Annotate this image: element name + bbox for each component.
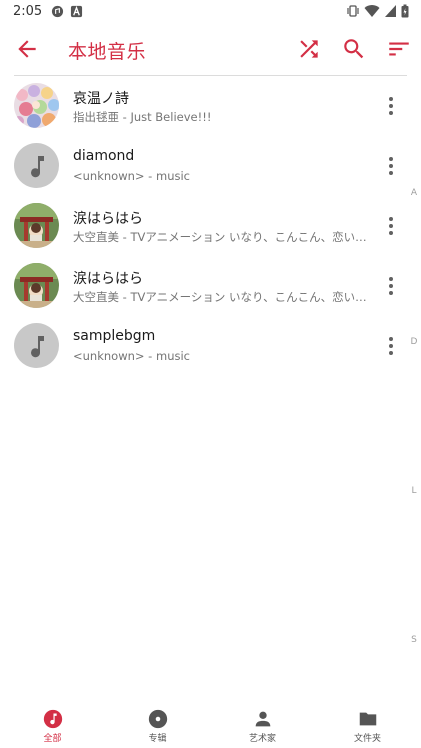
status-bar: 2:05 <box>0 0 421 24</box>
more-vert-icon[interactable] <box>380 334 402 358</box>
toolbar: 本地音乐 <box>0 24 421 74</box>
song-title: 涙はらはら <box>73 271 143 287</box>
song-subtitle: 大空直美 - TVアニメーション いなり、こんこん、恋いろは。 <box>73 290 376 304</box>
song-title: samplebgm <box>73 328 156 344</box>
album-icon <box>148 709 168 729</box>
search-icon[interactable] <box>341 36 367 62</box>
wifi-icon <box>364 5 380 18</box>
more-vert-icon[interactable] <box>380 274 402 298</box>
status-time: 2:05 <box>13 4 43 19</box>
page-title: 本地音乐 <box>68 41 147 63</box>
vibrate-icon <box>347 5 359 17</box>
song-subtitle: <unknown> - music <box>73 169 190 183</box>
bottom-navigation: 全部 专辑 艺术家 文件夹 <box>0 700 421 748</box>
nav-label: 文件夹 <box>353 734 381 744</box>
a-badge-icon <box>70 5 83 18</box>
artwork-shrine-image <box>14 203 59 248</box>
more-vert-icon[interactable] <box>380 154 402 178</box>
signal-icon <box>385 5 396 17</box>
status-right-icons <box>346 4 409 18</box>
nav-tab-folder[interactable]: 文件夹 <box>315 700 420 748</box>
music-note-icon <box>43 709 63 729</box>
song-row[interactable]: diamond <unknown> - music <box>0 136 406 196</box>
nav-tab-artist[interactable]: 艺术家 <box>210 700 315 748</box>
index-letter-s[interactable]: S <box>408 635 420 645</box>
song-subtitle: <unknown> - music <box>73 349 190 363</box>
nav-tab-album[interactable]: 专辑 <box>105 700 210 748</box>
song-title: 涙はらはら <box>73 211 143 227</box>
notification-icon <box>51 5 64 18</box>
album-cover <box>14 263 59 308</box>
more-vert-icon[interactable] <box>380 214 402 238</box>
song-row[interactable]: samplebgm <unknown> - music <box>0 316 406 376</box>
more-vert-icon[interactable] <box>380 94 402 118</box>
song-title: 哀温ノ詩 <box>73 91 129 107</box>
folder-icon <box>359 712 377 726</box>
index-letter-d[interactable]: D <box>408 337 420 347</box>
song-row[interactable]: 哀温ノ詩 指出毬亜 - Just Believe!!! <box>0 76 406 136</box>
nav-label: 专辑 <box>148 734 167 744</box>
artwork-crowd-image <box>14 83 59 128</box>
person-icon <box>255 711 271 727</box>
sort-icon[interactable] <box>386 36 412 62</box>
nav-label: 全部 <box>43 734 62 744</box>
song-subtitle: 指出毬亜 - Just Believe!!! <box>73 110 212 124</box>
music-note-icon <box>31 336 44 358</box>
music-note-icon <box>31 156 44 178</box>
song-title: diamond <box>73 148 135 164</box>
song-subtitle: 大空直美 - TVアニメーション いなり、こんこん、恋いろは。 <box>73 230 376 244</box>
album-cover <box>14 83 59 128</box>
album-cover <box>14 203 59 248</box>
index-letter-l[interactable]: L <box>408 486 420 496</box>
album-cover-placeholder <box>14 143 59 188</box>
song-row[interactable]: 涙はらはら 大空直美 - TVアニメーション いなり、こんこん、恋いろは。 <box>0 256 406 316</box>
shuffle-icon[interactable] <box>296 36 322 62</box>
nav-label: 艺术家 <box>248 734 276 744</box>
artwork-shrine-image <box>14 263 59 308</box>
song-row[interactable]: 涙はらはら 大空直美 - TVアニメーション いなり、こんこん、恋いろは。 <box>0 196 406 256</box>
album-cover-placeholder <box>14 323 59 368</box>
nav-tab-all[interactable]: 全部 <box>0 700 105 748</box>
battery-icon <box>401 4 409 18</box>
index-letter-a[interactable]: A <box>408 188 420 198</box>
song-list[interactable]: 哀温ノ詩 指出毬亜 - Just Believe!!! diamond <unk… <box>0 76 406 376</box>
arrow-back-icon[interactable] <box>14 36 40 62</box>
